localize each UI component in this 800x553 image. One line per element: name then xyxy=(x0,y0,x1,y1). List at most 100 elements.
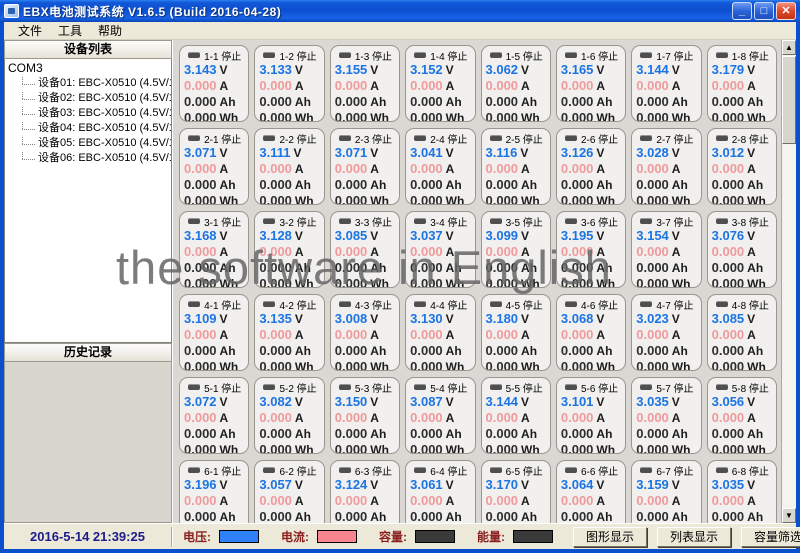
battery-cell-2-4[interactable]: 2-4 停止 3.041 V 0.000 A 0.000 Ah 0.000 Wh xyxy=(405,128,476,205)
unit-label: A xyxy=(521,328,530,342)
battery-cell-2-5[interactable]: 2-5 停止 3.116 V 0.000 A 0.000 Ah 0.000 Wh xyxy=(480,128,551,205)
unit-label: A xyxy=(596,411,606,425)
tree-item-device-5[interactable]: 设备05: EBC-X0510 (4.5V/10A) xyxy=(8,136,171,151)
battery-cell-6-3[interactable]: 6-3 停止3.124V0.000A0.000Ah0.000Wh xyxy=(329,460,401,523)
battery-cell-4-8[interactable]: 4-8 停止 3.085 V 0.000 A 0.000 Ah 0.000 Wh xyxy=(706,294,777,371)
voltage-value: 3.035 V xyxy=(636,394,680,409)
battery-cell-4-6[interactable]: 4-6 停止 3.068 V 0.000 A 0.000 Ah 0.000 Wh xyxy=(555,294,627,371)
cell-status-label: 6-8 停止 xyxy=(731,466,769,478)
current-value: 0.000 A xyxy=(711,493,756,508)
battery-cell-2-6[interactable]: 2-6 停止 3.126 V 0.000 A 0.000 Ah 0.000 Wh xyxy=(555,128,627,205)
battery-cell-4-5[interactable]: 4-5 停止 3.180 V 0.000 A 0.000 Ah 0.000 Wh xyxy=(480,294,551,371)
unit-label: A xyxy=(521,79,530,93)
battery-cell-3-4[interactable]: 3-4 停止 3.037 V 0.000 A 0.000 Ah 0.000 Wh xyxy=(405,211,476,288)
menu-item-2[interactable]: 帮助 xyxy=(90,21,130,40)
battery-cell-4-2[interactable]: 4-2 停止 3.135 V 0.000 A 0.000 Ah 0.000 Wh xyxy=(254,294,325,371)
current-value: 0.000 A xyxy=(485,410,530,425)
battery-cell-3-2[interactable]: 3-2 停止 3.128 V 0.000 A 0.000 Ah 0.000 Wh xyxy=(254,211,325,288)
tree-item-device-6[interactable]: 设备06: EBC-X0510 (4.5V/10A) xyxy=(8,151,171,166)
current-value: 0.000 A xyxy=(636,327,681,342)
tree-item-device-3[interactable]: 设备03: EBC-X0510 (4.5V/10A) xyxy=(8,106,171,121)
battery-cell-4-4[interactable]: 4-4 停止 3.130 V 0.000 A 0.000 Ah 0.000 Wh xyxy=(405,294,476,371)
status-led-icon xyxy=(715,301,728,307)
battery-cell-5-2[interactable]: 5-2 停止 3.082 V 0.000 A 0.000 Ah 0.000 Wh xyxy=(254,377,325,454)
unit-label: V xyxy=(747,312,756,326)
status-led-icon xyxy=(640,218,653,224)
battery-cell-1-7[interactable]: 1-7 停止 3.144 V 0.000 A 0.000 Ah 0.000 Wh xyxy=(631,45,702,122)
tree-item-device-1[interactable]: 设备01: EBC-X0510 (4.5V/10A) xyxy=(8,76,171,91)
battery-cell-2-1[interactable]: 2-1 停止 3.071 V 0.000 A 0.000 Ah 0.000 Wh xyxy=(179,128,250,205)
title-bar: EBX电池测试系统 V1.6.5 (Build 2016-04-28) _ □ … xyxy=(0,0,800,22)
unit-label: V xyxy=(596,478,605,492)
battery-cell-2-2[interactable]: 2-2 停止 3.111 V 0.000 A 0.000 Ah 0.000 Wh xyxy=(254,128,325,205)
tree-item-device-4[interactable]: 设备04: EBC-X0510 (4.5V/10A) xyxy=(8,121,171,136)
battery-cell-5-1[interactable]: 5-1 停止 3.072 V 0.000 A 0.000 Ah 0.000 Wh xyxy=(179,377,250,454)
unit-label: Ah xyxy=(596,510,613,523)
battery-cell-6-1[interactable]: 6-1 停止3.196V0.000A0.000Ah0.000Wh xyxy=(179,460,250,523)
statusbar-button-0[interactable]: 图形显示 xyxy=(573,526,647,547)
battery-cell-6-5[interactable]: 6-5 停止3.170V0.000A0.000Ah0.000Wh xyxy=(480,460,551,523)
voltage-value: 3.041 V xyxy=(410,145,454,160)
battery-cell-4-7[interactable]: 4-7 停止 3.023 V 0.000 A 0.000 Ah 0.000 Wh xyxy=(631,294,702,371)
tree-item-device-2[interactable]: 设备02: EBC-X0510 (4.5V/10A) xyxy=(8,91,171,106)
battery-cell-3-5[interactable]: 3-5 停止 3.099 V 0.000 A 0.000 Ah 0.000 Wh xyxy=(480,211,551,288)
scroll-up-icon[interactable]: ▲ xyxy=(782,40,796,55)
status-led-icon xyxy=(640,301,653,307)
battery-cell-1-6[interactable]: 1-6 停止 3.165 V 0.000 A 0.000 Ah 0.000 Wh xyxy=(555,45,627,122)
voltage-value: 3.124 V xyxy=(334,477,379,492)
battery-cell-5-5[interactable]: 5-5 停止 3.144 V 0.000 A 0.000 Ah 0.000 Wh xyxy=(480,377,551,454)
battery-cell-6-4[interactable]: 6-4 停止3.061V0.000A0.000Ah0.000Wh xyxy=(405,460,476,523)
battery-cell-5-6[interactable]: 5-6 停止 3.101 V 0.000 A 0.000 Ah 0.000 Wh xyxy=(555,377,627,454)
battery-cell-1-2[interactable]: 1-2 停止 3.133 V 0.000 A 0.000 Ah 0.000 Wh xyxy=(254,45,325,122)
battery-cell-3-1[interactable]: 3-1 停止 3.168 V 0.000 A 0.000 Ah 0.000 Wh xyxy=(179,211,250,288)
battery-cell-1-3[interactable]: 1-3 停止 3.155 V 0.000 A 0.000 Ah 0.000 Wh xyxy=(329,45,401,122)
vertical-scrollbar[interactable]: ▲ ▼ xyxy=(781,40,796,523)
battery-cell-6-2[interactable]: 6-2 停止3.057V0.000A0.000Ah0.000Wh xyxy=(254,460,325,523)
scrollbar-thumb[interactable] xyxy=(782,56,796,144)
battery-cell-6-8[interactable]: 6-8 停止3.035V0.000A0.000Ah0.000Wh xyxy=(706,460,777,523)
battery-cell-1-8[interactable]: 1-8 停止 3.179 V 0.000 A 0.000 Ah 0.000 Wh xyxy=(706,45,777,122)
history-panel[interactable] xyxy=(4,362,172,523)
scroll-down-icon[interactable]: ▼ xyxy=(782,508,796,523)
battery-cell-5-8[interactable]: 5-8 停止 3.056 V 0.000 A 0.000 Ah 0.000 Wh xyxy=(706,377,777,454)
close-button[interactable]: ✕ xyxy=(776,2,796,20)
battery-cell-6-7[interactable]: 6-7 停止3.159V0.000A0.000Ah0.000Wh xyxy=(631,460,702,523)
cell-status-label: 1-3 停止 xyxy=(354,51,393,63)
battery-cell-3-6[interactable]: 3-6 停止 3.195 V 0.000 A 0.000 Ah 0.000 Wh xyxy=(555,211,627,288)
menu-item-1[interactable]: 工具 xyxy=(50,21,90,40)
statusbar-button-2[interactable]: 容量筛选 xyxy=(741,526,800,547)
unit-label: A xyxy=(521,245,530,259)
battery-cell-2-7[interactable]: 2-7 停止 3.028 V 0.000 A 0.000 Ah 0.000 Wh xyxy=(631,128,702,205)
unit-label: Wh xyxy=(671,443,691,454)
voltage-value: 3.130 V xyxy=(410,311,454,326)
battery-cell-1-5[interactable]: 1-5 停止 3.062 V 0.000 A 0.000 Ah 0.000 Wh xyxy=(480,45,551,122)
battery-cell-3-7[interactable]: 3-7 停止 3.154 V 0.000 A 0.000 Ah 0.000 Wh xyxy=(631,211,702,288)
battery-cell-6-6[interactable]: 6-6 停止3.064V0.000A0.000Ah0.000Wh xyxy=(555,460,627,523)
energy-value: 0.000 Wh xyxy=(259,110,320,121)
tree-children: 设备01: EBC-X0510 (4.5V/10A)设备02: EBC-X051… xyxy=(8,76,171,166)
battery-cell-4-3[interactable]: 4-3 停止 3.008 V 0.000 A 0.000 Ah 0.000 Wh xyxy=(329,294,401,371)
battery-cell-1-1[interactable]: 1-1 停止 3.143 V 0.000 A 0.000 Ah 0.000 Wh xyxy=(179,45,250,122)
energy-value: 0.000 Wh xyxy=(712,359,773,370)
battery-cell-4-1[interactable]: 4-1 停止 3.109 V 0.000 A 0.000 Ah 0.000 Wh xyxy=(179,294,250,371)
battery-cell-2-3[interactable]: 2-3 停止 3.071 V 0.000 A 0.000 Ah 0.000 Wh xyxy=(329,128,401,205)
battery-cell-3-8[interactable]: 3-8 停止 3.076 V 0.000 A 0.000 Ah 0.000 Wh xyxy=(706,211,777,288)
device-tree[interactable]: COM3 设备01: EBC-X0510 (4.5V/10A)设备02: EBC… xyxy=(4,59,172,343)
statusbar-button-1[interactable]: 列表显示 xyxy=(657,526,731,547)
cell-status-label: 5-1 停止 xyxy=(204,383,242,395)
cell-status-label: 2-4 停止 xyxy=(430,134,468,146)
maximize-button[interactable]: □ xyxy=(754,2,774,20)
tree-root-com3[interactable]: COM3 xyxy=(8,61,171,76)
capacity-value: 0.000 Ah xyxy=(560,343,613,358)
battery-cell-1-4[interactable]: 1-4 停止 3.152 V 0.000 A 0.000 Ah 0.000 Wh xyxy=(405,45,476,122)
minimize-button[interactable]: _ xyxy=(732,2,752,20)
menu-item-0[interactable]: 文件 xyxy=(10,21,50,40)
unit-label: V xyxy=(370,63,379,77)
battery-cell-5-7[interactable]: 5-7 停止 3.035 V 0.000 A 0.000 Ah 0.000 Wh xyxy=(631,377,702,454)
battery-cell-5-4[interactable]: 5-4 停止 3.087 V 0.000 A 0.000 Ah 0.000 Wh xyxy=(405,377,476,454)
status-led-icon xyxy=(564,467,577,473)
unit-label: Ah xyxy=(521,510,538,523)
battery-cell-2-8[interactable]: 2-8 停止 3.012 V 0.000 A 0.000 Ah 0.000 Wh xyxy=(706,128,777,205)
battery-cell-5-3[interactable]: 5-3 停止 3.150 V 0.000 A 0.000 Ah 0.000 Wh xyxy=(329,377,401,454)
battery-cell-3-3[interactable]: 3-3 停止 3.085 V 0.000 A 0.000 Ah 0.000 Wh xyxy=(329,211,401,288)
